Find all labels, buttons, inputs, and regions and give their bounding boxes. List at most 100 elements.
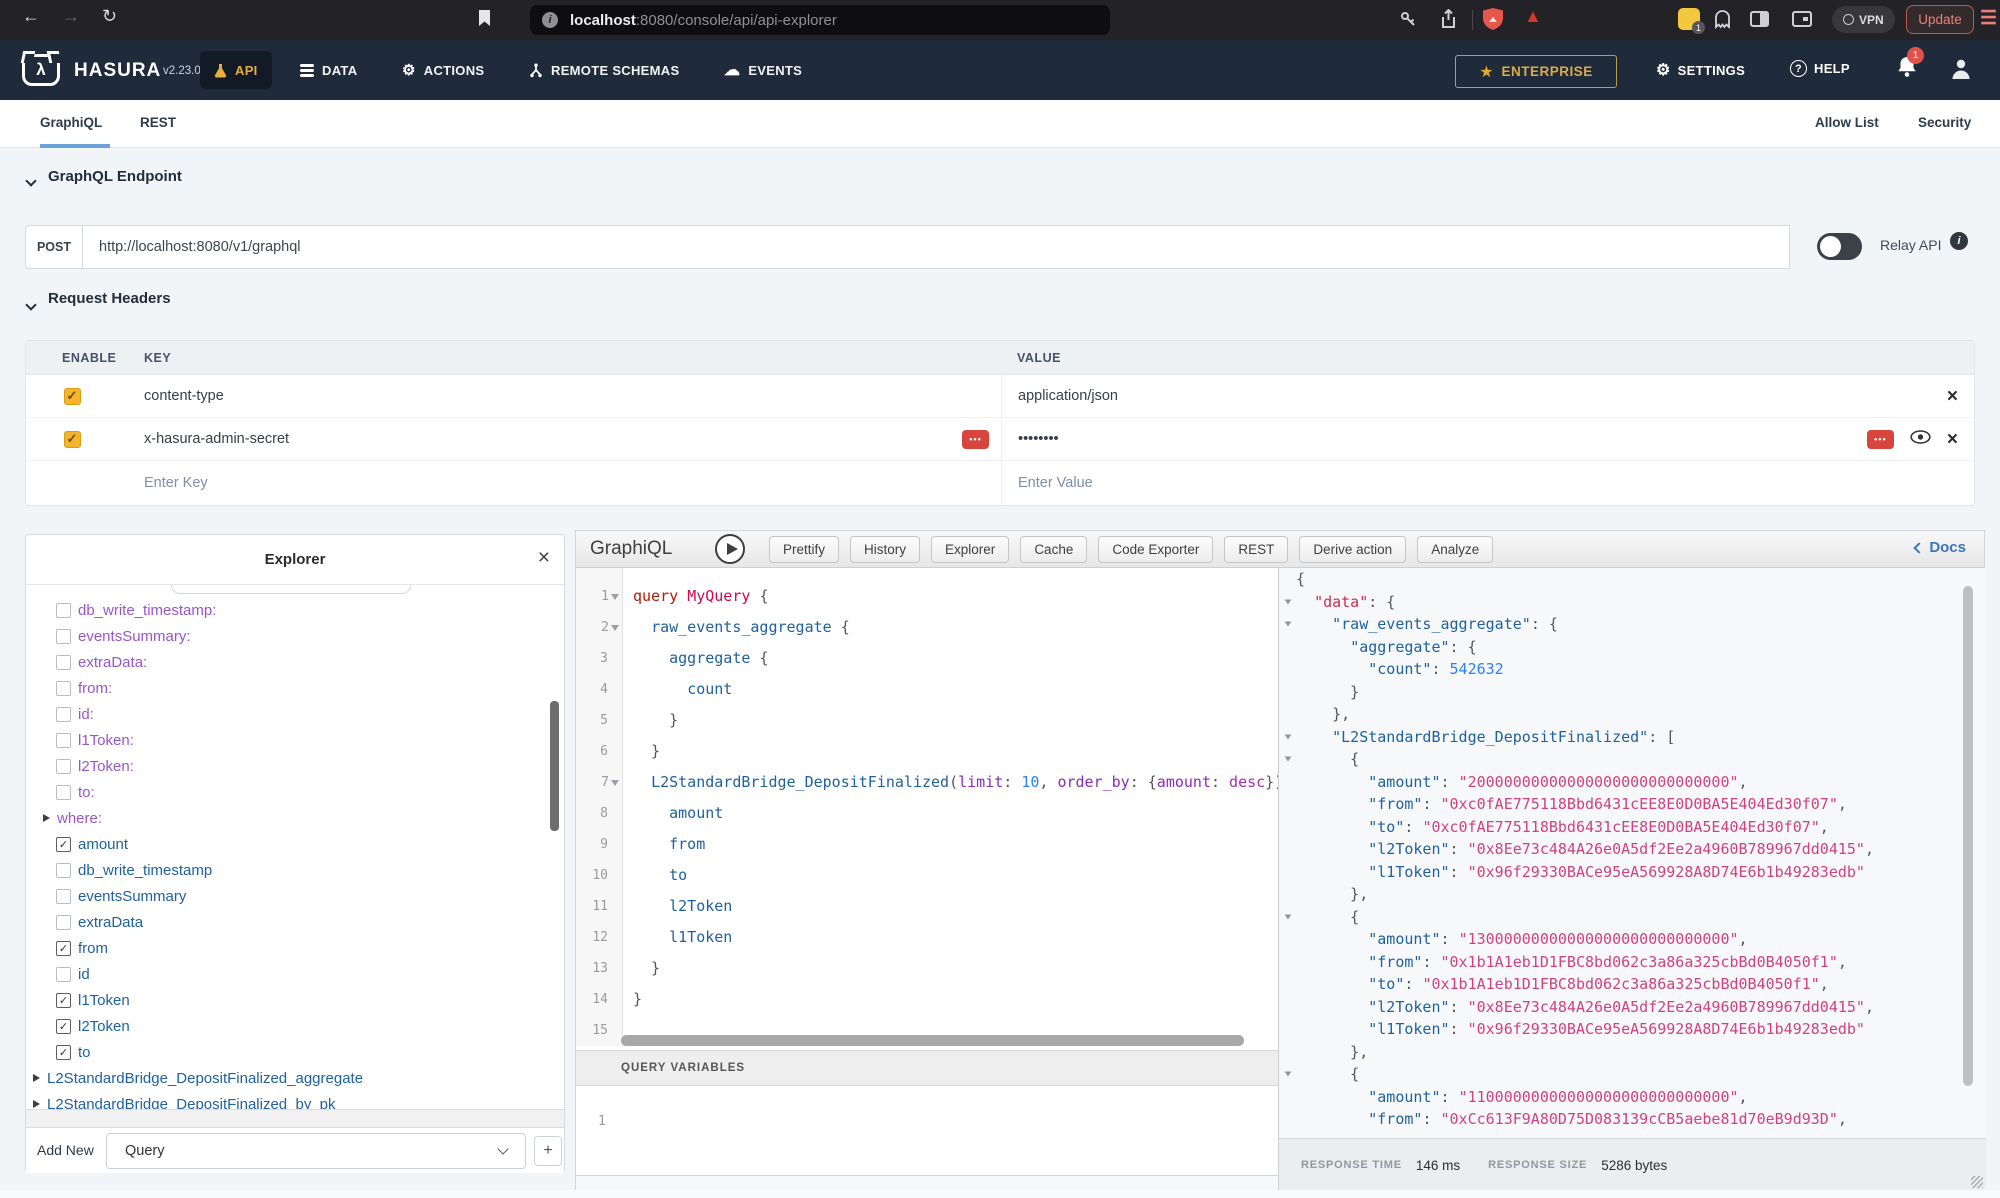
header-enable-checkbox[interactable]: ✓ (64, 431, 81, 448)
fold-caret-icon[interactable] (1284, 599, 1291, 604)
explorer-item-field[interactable]: ✓l2Token (26, 1013, 564, 1039)
operation-type-select[interactable]: Query (106, 1133, 526, 1169)
explorer-scrollbar[interactable] (550, 701, 559, 831)
field-checkbox[interactable] (56, 733, 71, 748)
explorer-item-arg[interactable]: to: (26, 779, 564, 805)
expand-arrow-icon[interactable] (33, 1100, 40, 1108)
field-checkbox[interactable] (56, 759, 71, 774)
fold-caret-icon[interactable] (611, 625, 619, 631)
notifications-button[interactable]: 1 (1896, 55, 1918, 83)
explorer-item-field[interactable]: ✓amount (26, 831, 564, 857)
endpoint-collapse-chevron[interactable] (27, 172, 35, 190)
help-button[interactable]: ? HELP (1790, 60, 1850, 77)
field-checkbox[interactable]: ✓ (56, 1045, 71, 1060)
header-key[interactable]: x-hasura-admin-secret (144, 431, 289, 447)
derive-action-button[interactable]: Derive action (1299, 536, 1406, 563)
warning-icon[interactable]: ▲ (1524, 6, 1542, 27)
update-button[interactable]: Update (1906, 5, 1974, 34)
expand-arrow-icon[interactable] (33, 1074, 40, 1082)
tab-allow-list[interactable]: Allow List (1815, 115, 1879, 130)
explorer-item-field[interactable]: extraData (26, 909, 564, 935)
explorer-item-arg[interactable]: l1Token: (26, 727, 564, 753)
field-checkbox[interactable] (56, 681, 71, 696)
fold-caret-icon[interactable] (1284, 1072, 1291, 1077)
header-key[interactable]: content-type (144, 388, 224, 404)
field-checkbox[interactable] (56, 967, 71, 982)
explorer-item-arg[interactable]: db_write_timestamp: (26, 597, 564, 623)
endpoint-url-input[interactable]: http://localhost:8080/v1/graphql (83, 225, 1790, 269)
side-panel-icon[interactable] (1750, 11, 1769, 27)
docs-button[interactable]: Docs (1915, 539, 1966, 556)
fold-caret-icon[interactable] (611, 594, 619, 600)
password-extension-icon[interactable]: ••• (1867, 430, 1894, 449)
field-checkbox[interactable] (56, 655, 71, 670)
field-checkbox[interactable]: ✓ (56, 1019, 71, 1034)
remove-header-icon[interactable]: × (1947, 430, 1958, 449)
relay-api-toggle[interactable] (1817, 233, 1862, 260)
rest-button[interactable]: REST (1224, 536, 1288, 563)
explorer-item-field[interactable]: eventsSummary (26, 883, 564, 909)
user-menu-button[interactable] (1950, 57, 1972, 86)
field-checkbox[interactable]: ✓ (56, 941, 71, 956)
eye-icon[interactable] (1910, 430, 1931, 448)
field-checkbox[interactable] (56, 629, 71, 644)
execute-query-button[interactable] (715, 534, 745, 564)
password-extension-icon[interactable]: ••• (962, 430, 989, 449)
query-variables-editor[interactable]: 1 (576, 1086, 1278, 1176)
tab-graphiql[interactable]: GraphiQL (40, 115, 102, 130)
ghost-extension-icon[interactable] (1714, 9, 1731, 34)
explorer-item-field[interactable]: ✓from (26, 935, 564, 961)
explorer-item-collapsed[interactable]: L2StandardBridge_DepositFinalized_aggreg… (26, 1065, 564, 1091)
response-scrollbar[interactable] (1963, 586, 1973, 1086)
site-info-icon[interactable]: i (542, 12, 558, 28)
explorer-item-field[interactable]: db_write_timestamp (26, 857, 564, 883)
explorer-button[interactable]: Explorer (931, 536, 1009, 563)
explorer-item-arg[interactable]: l2Token: (26, 753, 564, 779)
fold-caret-icon[interactable] (1284, 757, 1291, 762)
field-checkbox[interactable] (56, 785, 71, 800)
explorer-item-field[interactable]: id (26, 961, 564, 987)
header-value[interactable]: •••••••• (1018, 431, 1059, 447)
enterprise-button[interactable]: ★ ENTERPRISE (1455, 55, 1617, 88)
tab-rest[interactable]: REST (140, 115, 176, 130)
url-bar[interactable]: i localhost:8080/console/api/api-explore… (530, 5, 1110, 35)
code-exporter-button[interactable]: Code Exporter (1098, 536, 1213, 563)
query-variables-bar[interactable]: QUERY VARIABLES (576, 1050, 1278, 1086)
resize-handle-icon[interactable] (1971, 1176, 1983, 1188)
share-icon[interactable] (1440, 9, 1457, 34)
add-operation-button[interactable]: + (534, 1136, 562, 1166)
explorer-item-arg[interactable]: eventsSummary: (26, 623, 564, 649)
query-editor[interactable]: 1query MyQuery {2 raw_events_aggregate {… (576, 581, 1278, 1046)
header-value[interactable]: application/json (1018, 388, 1118, 404)
expand-arrow-icon[interactable] (43, 814, 50, 822)
relay-info-icon[interactable]: i (1950, 232, 1968, 250)
field-checkbox[interactable] (56, 707, 71, 722)
header-enable-checkbox[interactable]: ✓ (64, 388, 81, 405)
field-checkbox[interactable] (56, 915, 71, 930)
editor-horizontal-scrollbar[interactable] (621, 1035, 1244, 1046)
nav-tab-api[interactable]: API (200, 51, 272, 89)
fold-caret-icon[interactable] (1284, 622, 1291, 627)
field-checkbox[interactable]: ✓ (56, 837, 71, 852)
nav-tab-events[interactable]: ☁ EVENTS (724, 51, 802, 89)
fold-caret-icon[interactable] (1284, 734, 1291, 739)
key-icon[interactable] (1400, 11, 1417, 33)
explorer-item-arg[interactable]: from: (26, 675, 564, 701)
wallet-icon[interactable] (1792, 11, 1812, 27)
explorer-item-where[interactable]: where: (26, 805, 564, 831)
explorer-item-field[interactable]: ✓l1Token (26, 987, 564, 1013)
history-button[interactable]: History (850, 536, 920, 563)
forward-icon[interactable]: → (62, 6, 80, 27)
menu-icon[interactable]: ☰ (1980, 7, 1997, 30)
shield-icon[interactable] (1483, 8, 1503, 36)
fold-caret-icon[interactable] (611, 780, 619, 786)
reload-icon[interactable]: ↻ (102, 6, 117, 27)
tab-security[interactable]: Security (1918, 115, 1971, 130)
back-icon[interactable]: ← (22, 6, 40, 27)
key-input-placeholder[interactable]: Enter Key (144, 475, 208, 491)
bookmark-icon[interactable] (478, 10, 491, 32)
hasura-logo[interactable]: λ (22, 54, 60, 86)
field-checkbox[interactable] (56, 889, 71, 904)
explorer-item-field[interactable]: ✓to (26, 1039, 564, 1065)
nav-tab-data[interactable]: DATA (300, 51, 357, 89)
